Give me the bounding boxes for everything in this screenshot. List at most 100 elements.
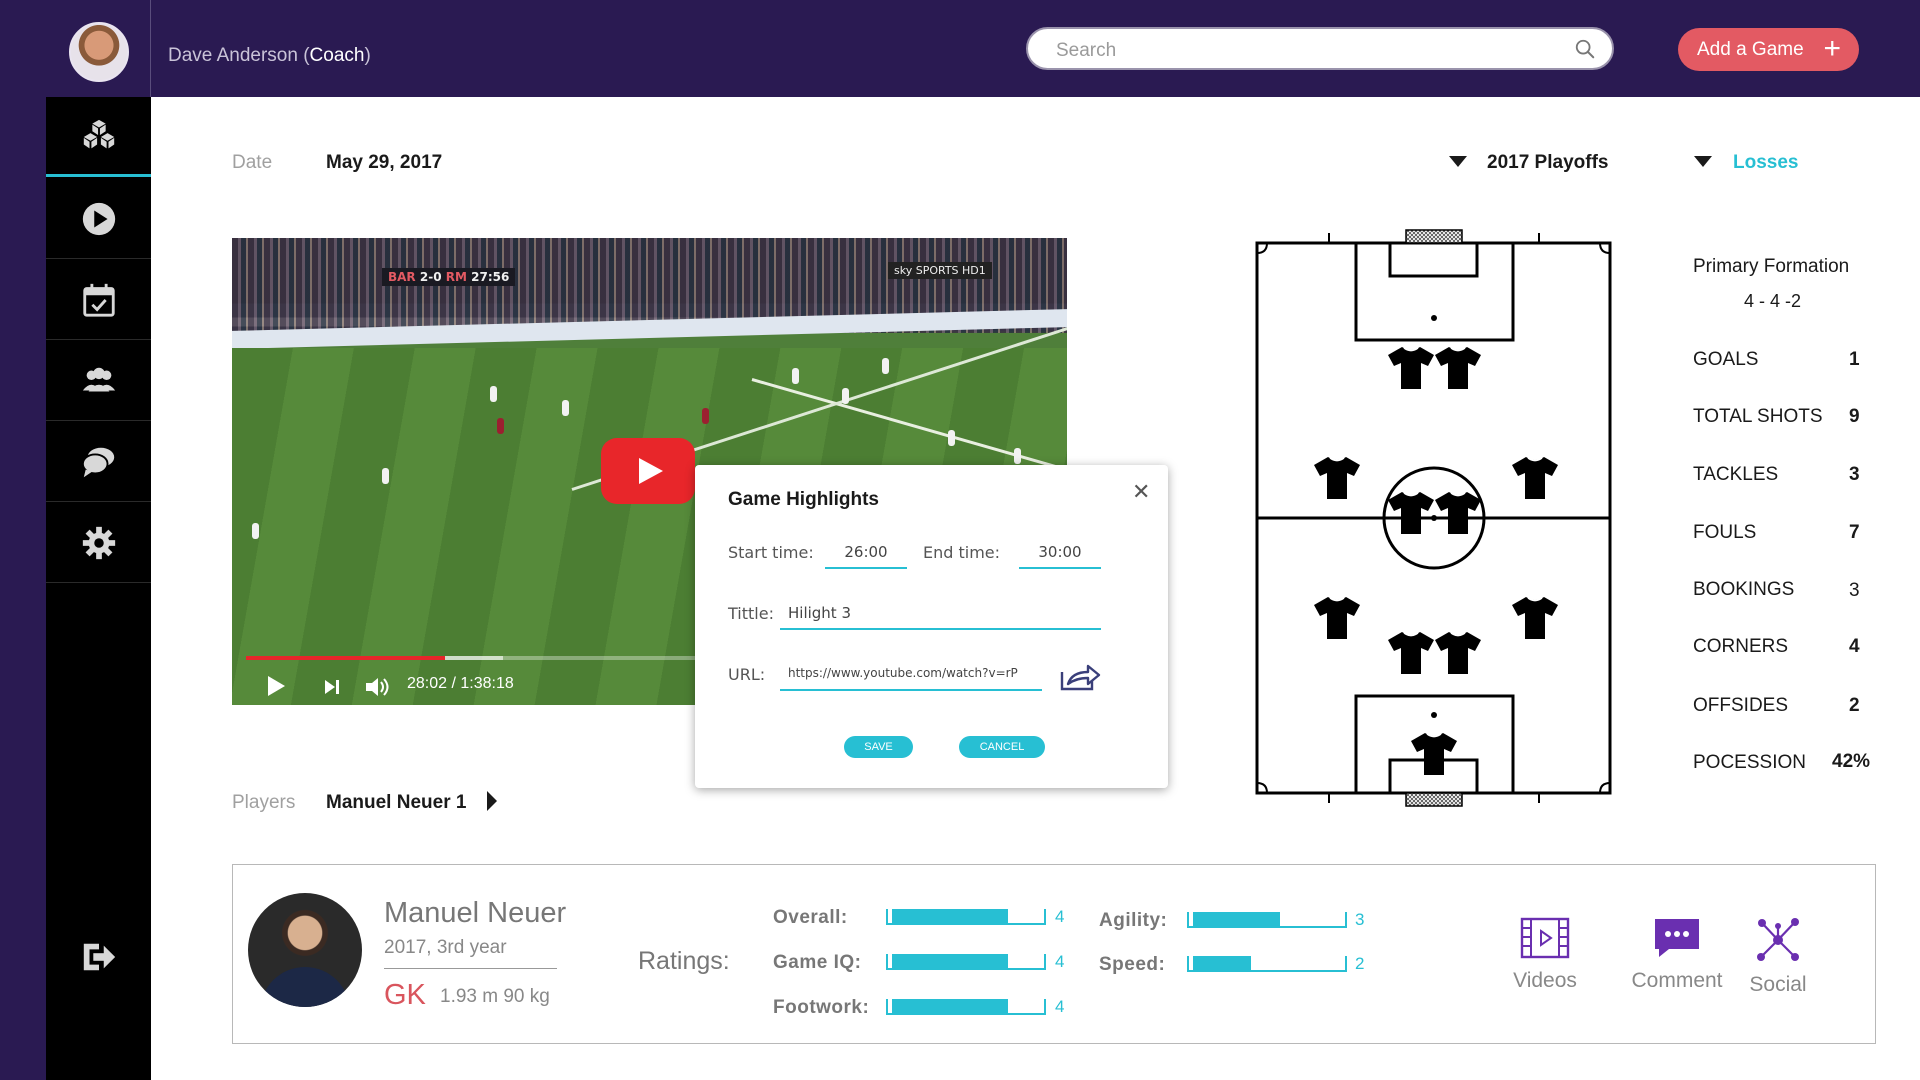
youtube-play-button[interactable] — [601, 438, 695, 504]
sidebar-item-calendar[interactable] — [46, 260, 151, 340]
player-shirt-icon[interactable] — [1434, 491, 1482, 535]
rating-bar-agility — [1187, 912, 1347, 928]
player-photo-shirt — [260, 967, 350, 1007]
search-bar[interactable]: Search — [1026, 27, 1614, 70]
player-shirt-icon[interactable] — [1313, 456, 1361, 500]
coach-avatar[interactable] — [69, 22, 129, 82]
start-time-input[interactable]: 26:00 — [825, 543, 907, 569]
player-year: 2017, 3rd year — [384, 937, 507, 958]
play-icon[interactable] — [268, 676, 285, 696]
rating-fill-agility — [1193, 912, 1280, 926]
end-time-input[interactable]: 30:00 — [1019, 543, 1101, 569]
videos-button[interactable]: Videos — [1495, 917, 1595, 993]
search-input[interactable]: Search — [1056, 40, 1116, 62]
title-label: Tittle: — [728, 604, 774, 623]
volume-icon[interactable] — [364, 675, 392, 699]
player-shirt-icon[interactable] — [1511, 596, 1559, 640]
player-shirt-icon[interactable] — [1434, 346, 1482, 390]
end-time-label: End time: — [923, 543, 1001, 562]
player-bio: 1.93 m 90 kg — [440, 986, 550, 1007]
chevron-down-icon[interactable] — [1449, 156, 1467, 167]
formation-value: 4 - 4 -2 — [1744, 291, 1802, 311]
player-shirt-icon[interactable] — [1511, 456, 1559, 500]
player-shirt-icon[interactable] — [1313, 596, 1361, 640]
stat-label-goals: GOALS — [1693, 349, 1759, 370]
top-bar: Dave Anderson (Coach) Search Add a Game + — [0, 0, 1920, 97]
stat-value-tackles: 3 — [1849, 464, 1860, 485]
sidebar-item-team[interactable] — [46, 341, 151, 421]
player-shirt-icon[interactable] — [1387, 346, 1435, 390]
stat-label-bookings: BOOKINGS — [1693, 579, 1795, 600]
comment-label: Comment — [1631, 969, 1723, 992]
rating-bar-overall — [886, 909, 1046, 925]
formation-label: Primary Formation — [1693, 256, 1850, 277]
video-time: 28:02 / 1:38:18 — [407, 675, 514, 692]
logout-icon — [83, 943, 115, 971]
rating-fill-speed — [1193, 956, 1251, 970]
score-badge: BAR 2-0 RM 27:56 — [382, 268, 516, 286]
save-button[interactable]: SAVE — [844, 736, 913, 758]
plus-icon: + — [1823, 32, 1841, 65]
add-game-label: Add a Game — [1697, 38, 1804, 60]
divider — [384, 968, 557, 969]
score-away: RM — [445, 270, 467, 284]
score-home: BAR — [388, 270, 416, 284]
social-button[interactable]: Social — [1733, 917, 1823, 997]
stat-label-total-shots: TOTAL SHOTS — [1693, 406, 1823, 427]
add-game-button[interactable]: Add a Game + — [1678, 28, 1859, 71]
film-icon — [1520, 917, 1570, 959]
stat-value-corners: 4 — [1849, 636, 1860, 657]
url-input[interactable]: https://www.youtube.com/watch?v=rP — [780, 666, 1042, 691]
team-icon — [82, 367, 115, 391]
stat-value-goals: 1 — [1849, 349, 1860, 370]
chevron-right-icon[interactable] — [487, 791, 497, 811]
stat-label-fouls: FOULS — [1693, 522, 1757, 543]
network-icon — [1757, 918, 1799, 961]
rating-value-overall: 4 — [1055, 907, 1065, 926]
season-dropdown[interactable]: 2017 Playoffs — [1487, 152, 1608, 174]
rating-fill-overall — [892, 909, 1008, 923]
sidebar-item-logout[interactable] — [46, 917, 151, 997]
player-position: GK — [384, 979, 426, 1011]
sidebar-item-dashboard[interactable] — [46, 97, 151, 177]
cancel-button[interactable]: CANCEL — [959, 736, 1045, 758]
video-figure — [948, 430, 955, 446]
sidebar-item-chat[interactable] — [46, 422, 151, 502]
video-figure — [497, 418, 504, 434]
player-photo[interactable] — [248, 893, 362, 1007]
stat-value-offsides: 2 — [1849, 695, 1860, 716]
goalkeeper-shirt-icon[interactable] — [1410, 732, 1458, 776]
stat-value-possession: 42% — [1832, 751, 1871, 772]
play-icon — [639, 458, 663, 484]
player-shirt-icon[interactable] — [1434, 631, 1482, 675]
stat-value-fouls: 7 — [1849, 522, 1860, 543]
skip-next-icon[interactable] — [322, 677, 342, 697]
rating-bar-footwork — [886, 999, 1046, 1015]
share-icon[interactable] — [1059, 660, 1101, 692]
player-shirt-icon[interactable] — [1387, 491, 1435, 535]
video-played — [246, 656, 445, 660]
player-shirt-icon[interactable] — [1387, 631, 1435, 675]
score-value: 2-0 — [419, 270, 442, 284]
comment-icon — [1655, 919, 1699, 957]
rating-value-footwork: 4 — [1055, 997, 1065, 1016]
sidebar-item-settings[interactable] — [46, 503, 151, 583]
title-input[interactable]: Hilight 3 — [780, 604, 1101, 630]
url-label: URL: — [728, 665, 766, 684]
players-dropdown[interactable]: Manuel Neuer 1 — [326, 792, 466, 814]
video-figure — [252, 523, 259, 539]
video-figure — [490, 386, 497, 402]
result-dropdown[interactable]: Losses — [1733, 152, 1798, 174]
ratings-title: Ratings: — [638, 947, 730, 975]
video-figure — [382, 468, 389, 484]
date-value[interactable]: May 29, 2017 — [326, 152, 442, 174]
comment-button[interactable]: Comment — [1617, 917, 1737, 993]
rating-value-speed: 2 — [1355, 954, 1365, 973]
rating-label-agility: Agility: — [1099, 910, 1168, 931]
rating-label-speed: Speed: — [1099, 954, 1166, 975]
sidebar-item-videos[interactable] — [46, 179, 151, 259]
rating-label-footwork: Footwork: — [773, 997, 870, 1018]
search-icon[interactable] — [1574, 38, 1596, 60]
chevron-down-icon[interactable] — [1694, 156, 1712, 167]
close-icon[interactable]: ✕ — [1132, 481, 1150, 503]
